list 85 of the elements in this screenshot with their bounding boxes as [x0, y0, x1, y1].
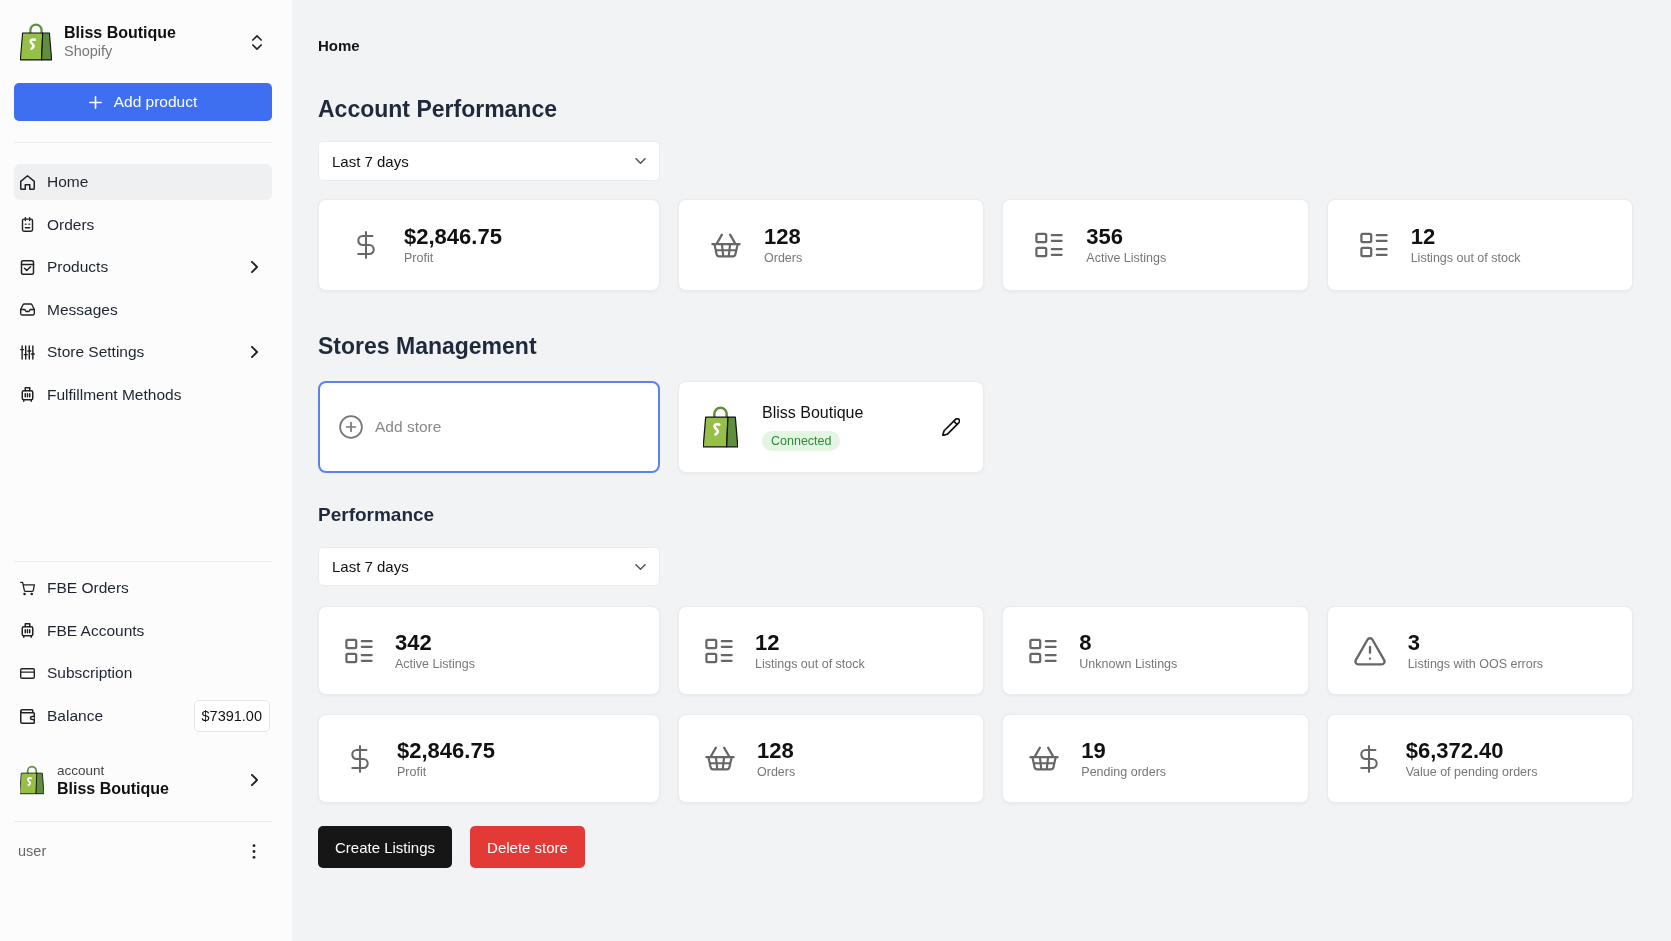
list-icon	[345, 637, 373, 664]
store-name: Bliss Boutique	[64, 23, 177, 42]
store-platform: Shopify	[64, 42, 114, 61]
stat-value: $2,846.75	[397, 736, 495, 764]
store-name: Bliss Boutique	[762, 403, 864, 422]
wallet-icon	[20, 708, 35, 724]
shopping-bag-icon	[20, 765, 44, 795]
stat-value: $6,372.40	[1405, 736, 1505, 764]
nav-item[interactable]: FBE Orders	[14, 570, 272, 607]
stat-label: Listings out of stock	[1410, 250, 1521, 267]
nav-item[interactable]: Orders	[14, 206, 272, 243]
pencil-icon[interactable]	[942, 418, 961, 436]
chevron-up-down-icon[interactable]	[252, 34, 262, 50]
nav-item[interactable]: Subscription	[14, 655, 272, 692]
status-badge: Connected	[762, 430, 841, 451]
stat-label: Pending orders	[1081, 763, 1167, 781]
account-caption: account	[57, 762, 106, 780]
box-icon	[20, 259, 35, 275]
chevron-down-icon	[635, 563, 646, 570]
balance-amount: $7391.00	[193, 700, 270, 732]
stat-value: 3	[1407, 628, 1421, 656]
stat-value: 8	[1079, 628, 1093, 656]
stat-label: Value of pending orders	[1405, 763, 1538, 781]
stat-label: Unknown Listings	[1079, 655, 1178, 673]
warning-icon	[1353, 635, 1386, 666]
breadcrumb: Home	[318, 37, 361, 55]
stat-label: Orders	[757, 763, 796, 781]
list-icon	[1029, 637, 1058, 664]
plus-icon	[88, 95, 102, 109]
stat-value: 356	[1086, 223, 1125, 250]
stat-label: Orders	[764, 250, 803, 267]
user-name: user	[18, 843, 47, 859]
luggage-icon	[20, 623, 35, 639]
nav-item[interactable]: Home	[14, 164, 272, 200]
basket-icon	[1029, 746, 1060, 771]
nav-item[interactable]: Messages	[14, 291, 272, 328]
stat-value: $2,846.75	[404, 223, 502, 250]
shopping-bag-icon	[703, 406, 738, 448]
dollar-icon	[1359, 743, 1378, 774]
delete-store-button[interactable]: Delete store	[470, 826, 585, 868]
inbox-icon	[20, 302, 35, 318]
shopping-bag-icon	[20, 23, 52, 61]
section-heading: Stores Management	[318, 332, 538, 360]
nav-item[interactable]: Products	[14, 249, 272, 286]
luggage-icon	[20, 387, 35, 403]
stat-label: Active Listings	[395, 655, 475, 673]
account-name: Bliss Boutique	[57, 780, 170, 798]
stat-label: Profit	[397, 763, 428, 781]
stat-label: Listings out of stock	[755, 655, 865, 673]
stat-value: 12	[1410, 223, 1437, 250]
stat-value: 128	[757, 736, 795, 764]
section-heading: Performance	[318, 503, 436, 527]
stat-value: 19	[1081, 736, 1107, 764]
stat-label: Listings with OOS errors	[1407, 655, 1544, 673]
chevron-right-icon[interactable]	[251, 774, 258, 786]
home-icon	[20, 174, 35, 190]
cart-icon	[20, 580, 35, 596]
stat-label: Profit	[404, 250, 435, 267]
nav-item[interactable]: FBE Accounts	[14, 612, 272, 649]
period-dropdown[interactable]: Last 7 days	[318, 141, 660, 181]
more-icon[interactable]	[252, 843, 256, 859]
basket-icon	[705, 746, 735, 771]
nav-item[interactable]: Store Settings	[14, 334, 272, 371]
clipboard-icon	[20, 217, 35, 233]
stat-label: Active Listings	[1086, 250, 1167, 267]
add-product-button[interactable]: Add product	[14, 83, 272, 121]
create-listings-button[interactable]: Create Listings	[318, 826, 453, 868]
nav-item[interactable]: Fulfillment Methods	[14, 376, 272, 413]
stat-value: 128	[764, 223, 802, 250]
stat-value: 342	[395, 628, 433, 656]
stat-value: 12	[755, 628, 781, 656]
basket-icon	[711, 232, 741, 258]
dollar-icon	[357, 230, 375, 260]
list-icon	[1359, 232, 1388, 258]
list-icon	[705, 637, 733, 664]
dollar-icon	[351, 743, 369, 774]
add-store-button[interactable]: Add store	[318, 381, 660, 473]
chevron-down-icon	[635, 158, 646, 164]
sliders-icon	[20, 344, 35, 360]
plus-circle-icon	[339, 415, 363, 439]
section-heading: Account Performance	[318, 95, 558, 123]
list-icon	[1035, 232, 1064, 258]
period-dropdown[interactable]: Last 7 days	[318, 547, 660, 586]
credit-card-icon	[20, 665, 35, 681]
nav-item[interactable]: Balance $7391.00	[14, 698, 272, 734]
